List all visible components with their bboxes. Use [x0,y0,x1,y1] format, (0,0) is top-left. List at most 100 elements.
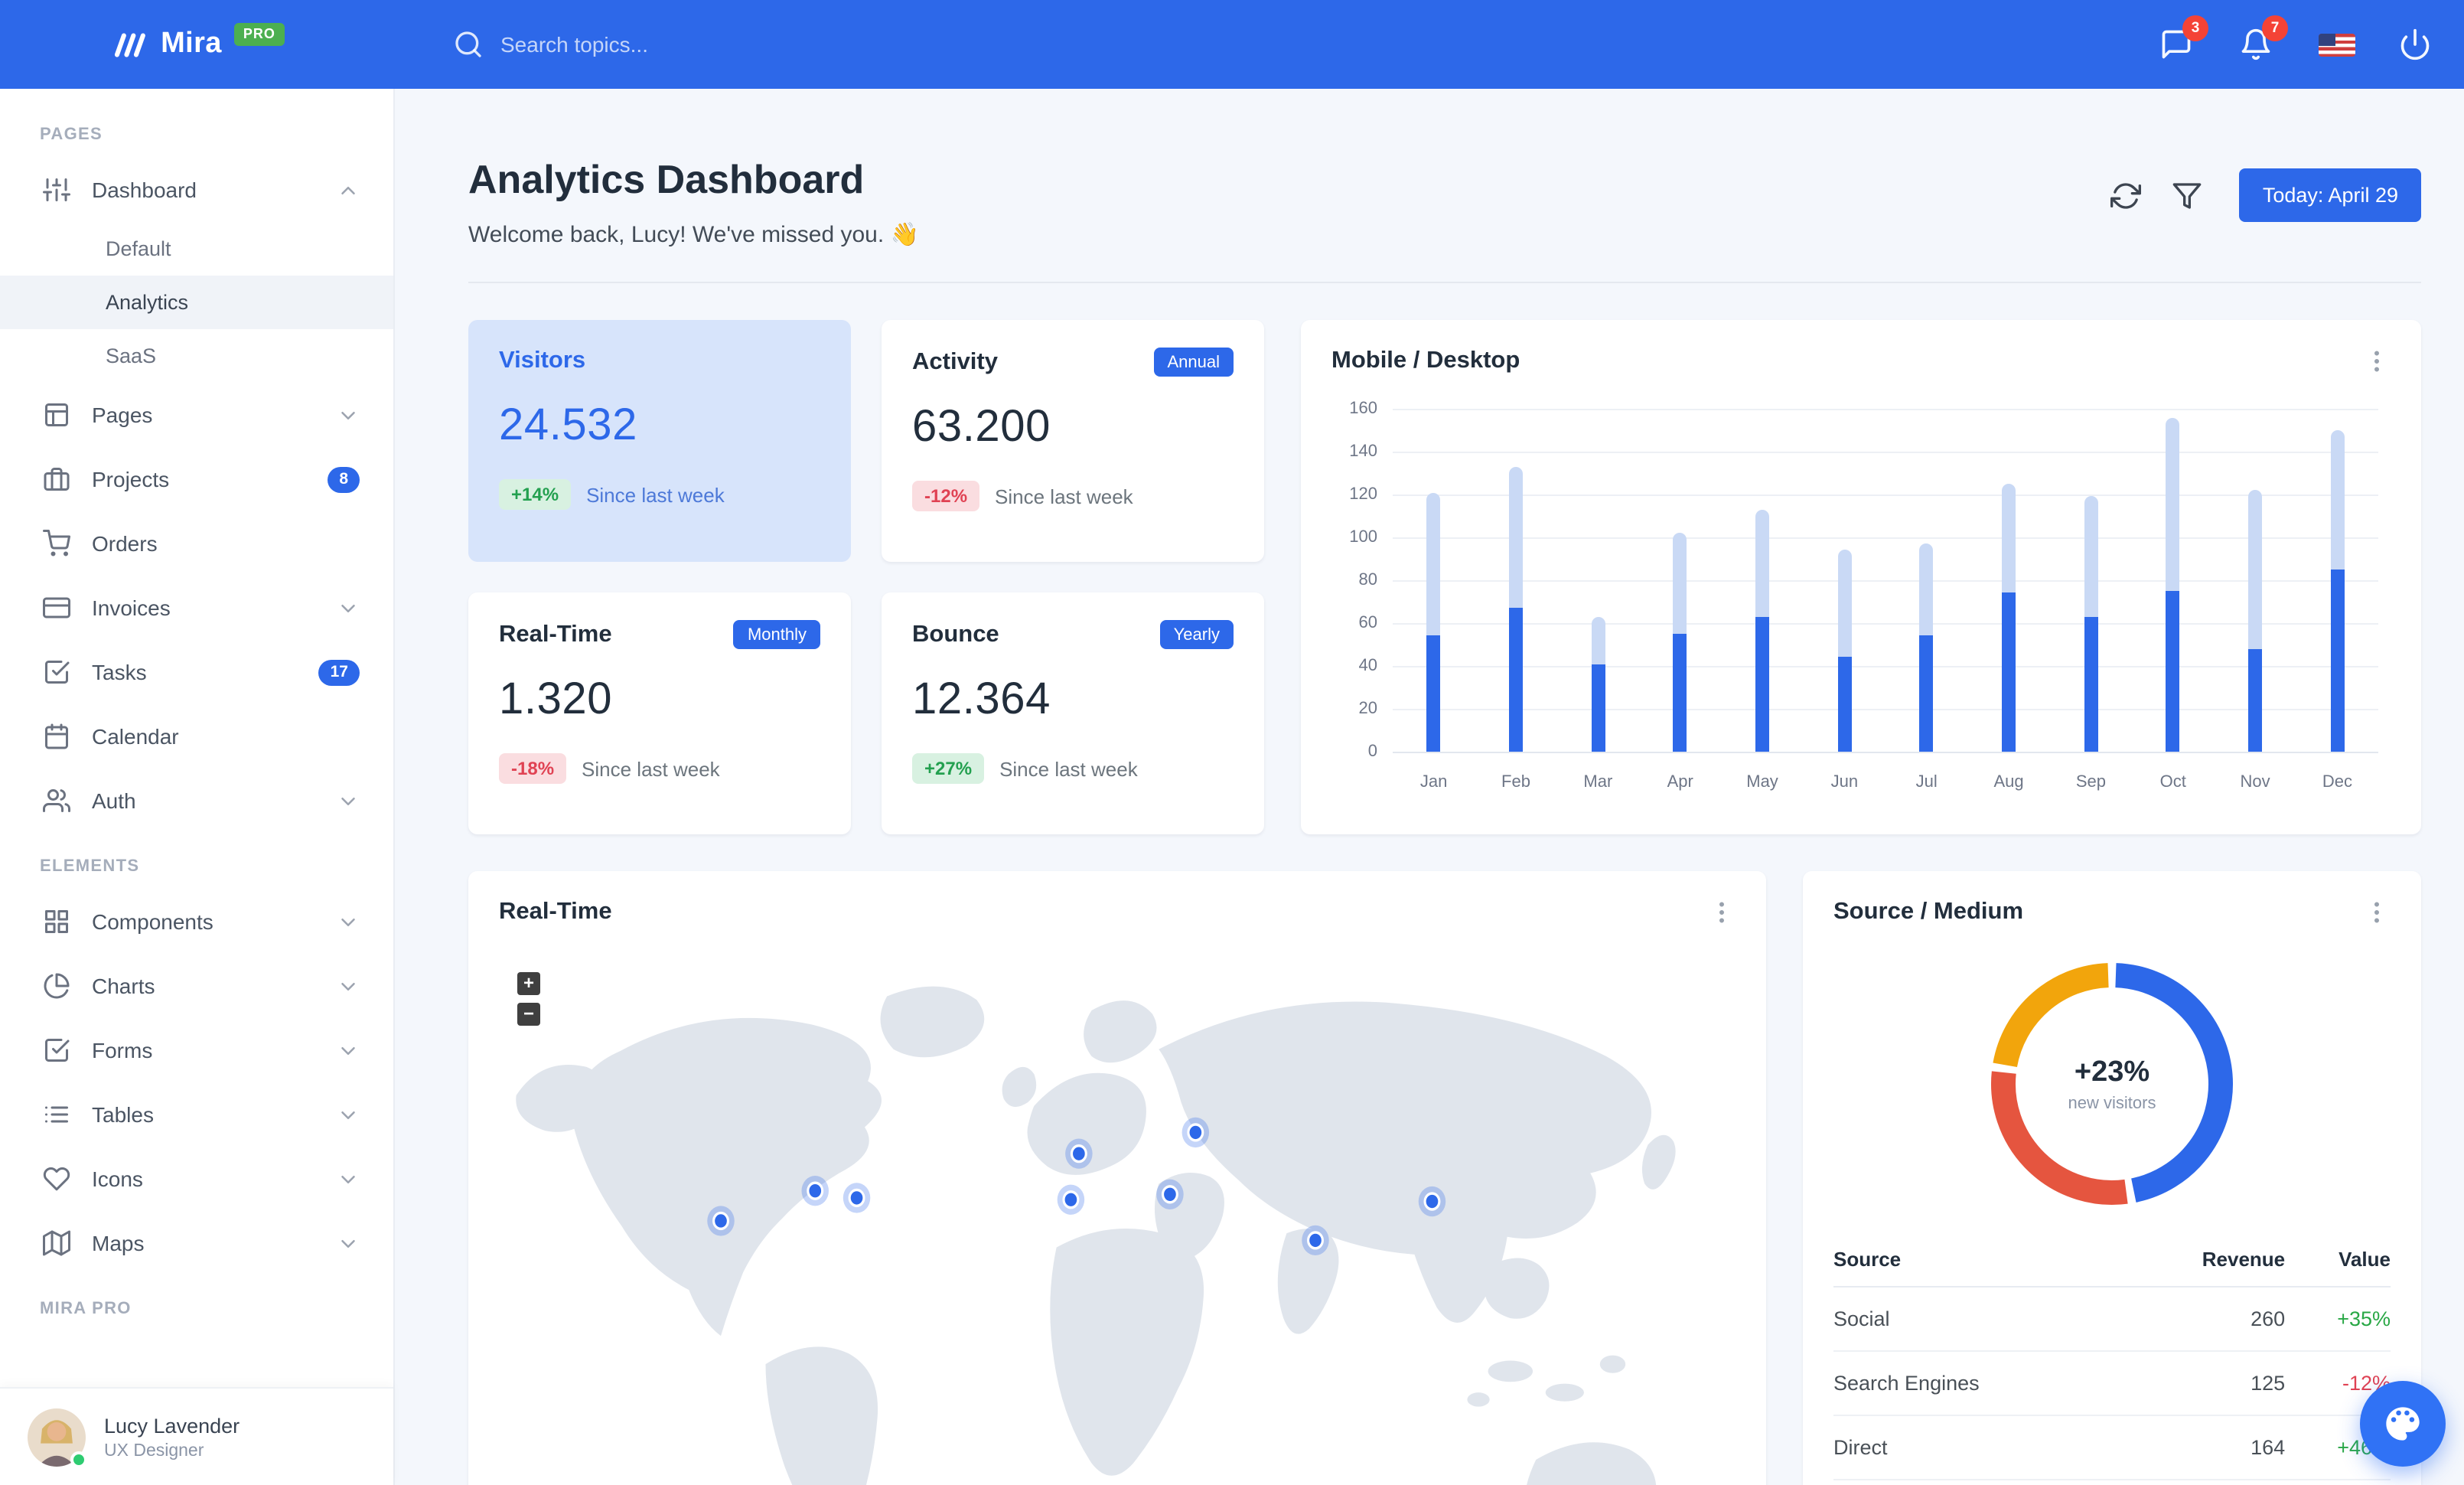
users-icon [43,787,70,814]
mobile-desktop-bar-chart: 0 20 40 60 80 100 120 140 160 Jan Feb Ma… [1331,400,2391,791]
bar-dec[interactable] [2296,409,2378,752]
x-axis-label: Oct [2159,773,2186,791]
col-header-revenue: Revenue [2121,1232,2286,1288]
cell-revenue: 260 [2121,1287,2286,1352]
sidebar-item-charts[interactable]: Charts [0,954,393,1018]
sidebar-item-icons[interactable]: Icons [0,1147,393,1211]
topbar-search [453,29,852,60]
refresh-icon[interactable] [2110,180,2142,211]
check-square-icon [43,1036,70,1064]
kebab-menu-icon[interactable] [2363,899,2391,926]
sidebar-item-analytics[interactable]: Analytics [0,276,393,329]
topbar: Mira PRO 3 7 [0,0,2464,89]
stat-note: Since last week [582,757,720,780]
y-axis-label: 160 [1349,400,1377,418]
cell-revenue: 164 [2121,1415,2286,1480]
notifications-button[interactable]: 7 [2239,15,2288,62]
donut-segment-search-engines[interactable] [1993,963,2109,1068]
search-input[interactable] [500,32,852,57]
grid-icon [43,908,70,935]
map-marker-8[interactable] [1307,1231,1324,1250]
stat-title: Visitors [499,348,586,374]
sidebar-section-label-pages: PAGES [40,126,103,144]
sidebar-item-pages[interactable]: Pages [0,383,393,447]
map-zoom-out-button[interactable]: − [517,1003,540,1026]
stat-card-activity: Activity Annual 63.200 -12% Since last w… [882,320,1264,562]
stats-grid: Visitors 24.532 +14% Since last week Act… [468,320,1264,834]
map-marker-3[interactable] [848,1188,865,1208]
sidebar-item-calendar[interactable]: Calendar [0,704,393,769]
sidebar-badge-projects: 8 [328,466,360,492]
cell-revenue: 125 [2121,1351,2286,1416]
messages-button[interactable]: 3 [2159,15,2208,62]
sidebar-item-tasks[interactable]: Tasks 17 [0,640,393,704]
stat-value: 12.364 [912,675,1051,724]
donut-segment-social[interactable] [2115,963,2233,1203]
stat-change-badge: -12% [912,481,980,511]
sign-out-button[interactable] [2398,27,2433,62]
map-marker-7[interactable] [1161,1185,1178,1204]
map-marker-5[interactable] [1070,1144,1087,1164]
map-zoom-in-button[interactable]: + [517,972,540,995]
kebab-menu-icon[interactable] [2363,348,2391,375]
bar-nov[interactable] [2214,409,2296,752]
y-axis-label: 20 [1358,700,1378,718]
stat-change-badge: -18% [499,753,567,784]
x-axis-label: Dec [2322,773,2352,791]
stat-note: Since last week [995,485,1133,508]
sidebar-item-components[interactable]: Components [0,889,393,954]
kebab-menu-icon[interactable] [1708,899,1736,926]
bar-jun[interactable] [1804,409,1885,752]
shopping-cart-icon [43,530,70,557]
bar-aug[interactable] [1967,409,2049,752]
sidebar-item-dashboard[interactable]: Dashboard [0,158,393,222]
sidebar-item-orders[interactable]: Orders [0,511,393,576]
language-selector[interactable] [2319,27,2355,62]
sidebar-item-forms[interactable]: Forms [0,1018,393,1082]
bar-sep[interactable] [2050,409,2132,752]
topbar-actions: 3 7 [2159,15,2464,62]
map-marker-4[interactable] [1062,1190,1080,1209]
header-actions: Today: April 29 [2110,168,2421,222]
brand[interactable]: Mira PRO [0,22,395,64]
sidebar-item-tables[interactable]: Tables [0,1082,393,1147]
chevron-down-icon [337,1167,360,1190]
realtime-map-card: Real-Time + − [468,871,1766,1485]
x-axis-label: Jul [1915,773,1938,791]
bar-may[interactable] [1721,409,1803,752]
theme-settings-fab[interactable] [2360,1381,2446,1467]
map-marker-9[interactable] [1423,1192,1441,1211]
sidebar-item-invoices[interactable]: Invoices [0,576,393,640]
sidebar-user-panel[interactable]: Lucy Lavender UX Designer [0,1387,393,1485]
map-marker-1[interactable] [712,1211,729,1231]
donut-segment-direct[interactable] [1991,1071,2128,1205]
credit-card-icon [43,594,70,622]
palette-icon [2386,1407,2420,1441]
map-marker-2[interactable] [807,1181,824,1200]
stat-change-badge: +14% [499,479,572,510]
sidebar-item-default[interactable]: Default [0,222,393,276]
filter-icon[interactable] [2172,180,2203,211]
page-subtitle: Welcome back, Lucy! We've missed you. 👋 [468,222,919,248]
bar-jul[interactable] [1885,409,1967,752]
bar-feb[interactable] [1475,409,1556,752]
map-marker-6[interactable] [1187,1123,1204,1142]
sidebar-item-maps[interactable]: Maps [0,1211,393,1275]
search-icon [453,29,484,60]
page-header: Analytics Dashboard Welcome back, Lucy! … [468,156,2421,248]
chevron-down-icon [337,1232,360,1255]
sidebar-item-projects[interactable]: Projects 8 [0,447,393,511]
sidebar-section-label-elements: ELEMENTS [40,857,140,876]
chevron-down-icon [337,1039,360,1062]
sidebar-badge-tasks: 17 [318,659,360,685]
bar-apr[interactable] [1639,409,1721,752]
stat-period-badge: Yearly [1159,620,1234,649]
bar-mar[interactable] [1557,409,1639,752]
world-map: + − [468,954,1766,1485]
sidebar-item-auth[interactable]: Auth [0,769,393,833]
sidebar-item-saas[interactable]: SaaS [0,329,393,383]
bar-oct[interactable] [2132,409,2214,752]
date-button[interactable]: Today: April 29 [2239,168,2421,222]
bar-jan[interactable] [1393,409,1475,752]
cell-source: Social [1833,1287,2122,1352]
